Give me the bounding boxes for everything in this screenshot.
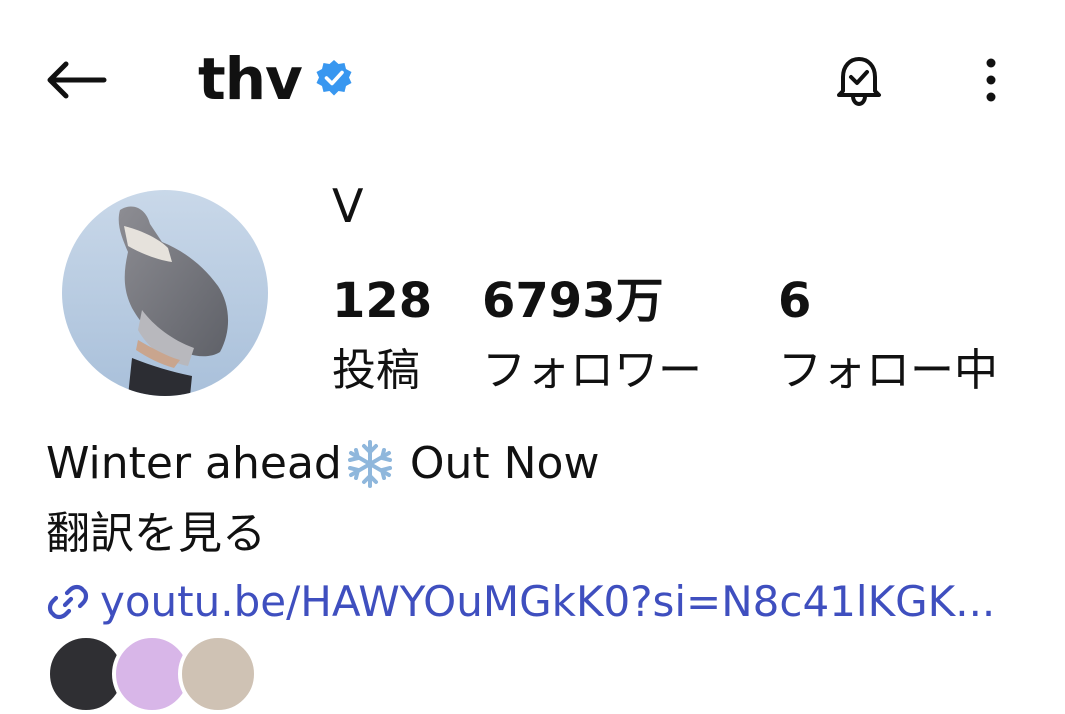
following-count: 6	[778, 273, 812, 329]
back-arrow-icon	[47, 61, 107, 99]
more-vertical-icon	[986, 58, 996, 102]
bio-text: Winter ahead Out Now	[46, 436, 599, 492]
bio-text-after: Out Now	[409, 438, 600, 489]
profile-avatar[interactable]	[62, 190, 268, 396]
notification-bell-icon	[837, 57, 881, 107]
verified-badge-icon	[316, 60, 352, 96]
posts-label: 投稿	[332, 345, 420, 396]
posts-count: 128	[332, 273, 433, 329]
snowflake-icon	[347, 440, 392, 488]
back-button[interactable]	[40, 52, 112, 108]
display-name: V	[332, 179, 364, 233]
see-translation-link[interactable]: 翻訳を見る	[46, 506, 266, 562]
mutual-avatar	[178, 634, 258, 714]
following-stat[interactable]: 6 フォロー中	[778, 270, 998, 398]
link-icon	[47, 584, 89, 620]
posts-stat[interactable]: 128 投稿	[332, 270, 432, 398]
more-options-button[interactable]	[966, 50, 1016, 110]
bio-link-url: youtu.be/HAWYOuMGkK0?si=N8c41lKGK...	[100, 577, 996, 626]
followers-stat[interactable]: 6793万 フォロワー	[482, 270, 702, 398]
bio-text-before: Winter ahead	[46, 438, 342, 489]
avatar-image	[62, 190, 268, 396]
top-bar: thv	[0, 0, 1065, 160]
following-label: フォロー中	[778, 345, 998, 396]
profile-username: thv	[198, 45, 303, 113]
bio-link[interactable]: youtu.be/HAWYOuMGkK0?si=N8c41lKGK...	[46, 574, 995, 630]
followers-label: フォロワー	[482, 345, 702, 396]
mutual-followers-avatars[interactable]	[46, 634, 266, 714]
followers-count: 6793万	[482, 273, 664, 329]
notifications-button[interactable]	[826, 46, 892, 112]
